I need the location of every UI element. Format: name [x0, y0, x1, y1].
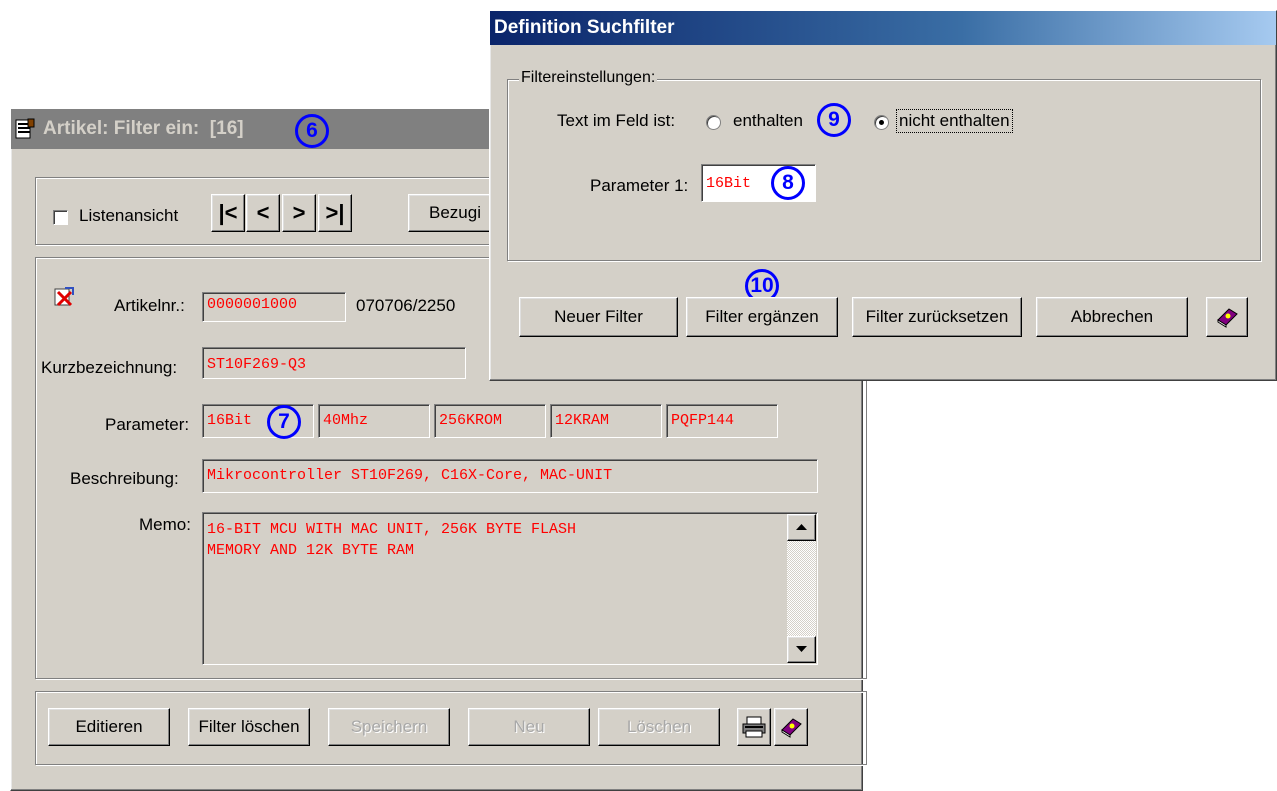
listview-label: Listenansicht	[79, 206, 179, 225]
printer-icon	[742, 716, 766, 738]
dialog-help-book-button[interactable]	[1206, 297, 1248, 337]
reset-filter-button[interactable]: Filter zurücksetzen	[852, 297, 1022, 337]
text-field-label: Text im Feld ist:	[557, 111, 676, 130]
artikelnr-extra: 070706/2250	[356, 296, 456, 315]
annotation-6: 6	[295, 114, 329, 148]
help-book-icon	[781, 718, 802, 738]
filter-dialog-title: Definition Suchfilter	[494, 17, 675, 38]
listview-checkbox[interactable]	[53, 210, 68, 225]
memo-field[interactable]: 16-BIT MCU WITH MAC UNIT, 256K BYTE FLAS…	[202, 512, 818, 665]
beschreibung-label: Beschreibung:	[70, 469, 179, 488]
parameter1-label: Parameter 1:	[590, 176, 689, 195]
artikelnr-field[interactable]: 0000001000	[202, 292, 346, 322]
arrow-down-icon	[796, 646, 807, 652]
article-window-title: Artikel: Filter ein: [16]	[43, 118, 244, 139]
edit-delete-icon	[53, 286, 75, 308]
cancel-button[interactable]: Abbrechen	[1036, 297, 1188, 337]
kurzbezeichnung-field[interactable]: ST10F269-Q3	[202, 347, 466, 379]
nav-first-button[interactable]: |<	[211, 194, 245, 232]
app-icon	[15, 118, 37, 140]
nav-prev-button[interactable]: <	[246, 194, 280, 232]
memo-label: Memo:	[139, 515, 191, 534]
scroll-up-button[interactable]	[787, 514, 816, 541]
new-button[interactable]: Neu	[468, 708, 590, 746]
radio-contains-label: enthalten	[733, 111, 803, 130]
parameter-field-2[interactable]: 40Mhz	[318, 404, 430, 438]
parameter-field-5[interactable]: PQFP144	[666, 404, 778, 438]
parameter-label: Parameter:	[105, 415, 190, 434]
filter-dialog: Definition Suchfilter Filtereinstellunge…	[489, 10, 1277, 381]
radio-not-contains-label: nicht enthalten	[896, 109, 1013, 133]
nav-next-button[interactable]: >	[282, 194, 316, 232]
annotation-8: 8	[771, 166, 805, 200]
print-button[interactable]	[737, 708, 771, 746]
filter-settings-label: Filtereinstellungen:	[519, 69, 658, 87]
radio-contains[interactable]	[706, 115, 721, 130]
memo-line-1: 16-BIT MCU WITH MAC UNIT, 256K BYTE FLAS…	[207, 521, 577, 538]
beschreibung-field[interactable]: Mikrocontroller ST10F269, C16X-Core, MAC…	[202, 459, 818, 493]
kurzbezeichnung-label: Kurzbezeichnung:	[41, 358, 178, 377]
edit-button[interactable]: Editieren	[48, 708, 170, 746]
delete-button[interactable]: Löschen	[598, 708, 720, 746]
radio-selected-dot	[879, 120, 884, 125]
save-button[interactable]: Speichern	[328, 708, 450, 746]
help-book-icon	[1217, 308, 1238, 328]
filter-delete-button[interactable]: Filter löschen	[188, 708, 310, 746]
help-book-button[interactable]	[774, 708, 808, 746]
extend-filter-button[interactable]: Filter ergänzen	[686, 297, 838, 337]
arrow-up-icon	[796, 524, 807, 530]
annotation-9: 9	[817, 103, 851, 137]
memo-scrollbar[interactable]	[787, 514, 816, 663]
filter-dialog-titlebar[interactable]: Definition Suchfilter	[490, 11, 1276, 45]
parameter-field-3[interactable]: 256KROM	[434, 404, 546, 438]
artikelnr-label: Artikelnr.:	[114, 296, 185, 315]
new-filter-button[interactable]: Neuer Filter	[519, 297, 678, 337]
annotation-7: 7	[267, 405, 301, 439]
parameter-field-4[interactable]: 12KRAM	[550, 404, 662, 438]
filter-settings-group	[507, 79, 1261, 261]
radio-not-contains[interactable]	[874, 115, 889, 130]
memo-line-2: MEMORY AND 12K BYTE RAM	[207, 542, 415, 559]
nav-last-button[interactable]: >|	[318, 194, 352, 232]
scroll-down-button[interactable]	[787, 636, 816, 663]
